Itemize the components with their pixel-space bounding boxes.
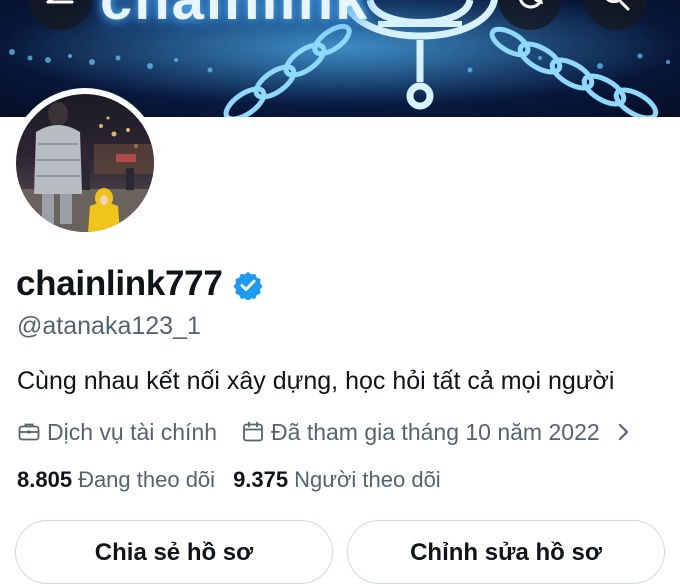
chevron-right-icon bbox=[618, 423, 628, 441]
category-item: Dịch vụ tài chính bbox=[17, 419, 217, 446]
following-link[interactable]: 8.805 Đang theo dõi bbox=[17, 467, 215, 493]
following-label: Đang theo dõi bbox=[78, 467, 216, 492]
share-profile-label: Chia sẻ hồ sơ bbox=[94, 539, 254, 566]
verified-badge-icon[interactable] bbox=[233, 270, 263, 300]
avatar-photo bbox=[16, 102, 154, 232]
name-row: chainlink777 bbox=[16, 262, 263, 306]
joined-item[interactable]: Đã tham gia tháng 10 năm 2022 bbox=[241, 419, 630, 446]
profile-bio: Cùng nhau kết nối xây dựng, học hỏi tất … bbox=[17, 367, 615, 395]
edit-profile-label: Chỉnh sửa hồ sơ bbox=[410, 539, 602, 566]
banner-title: chainlink bbox=[100, 0, 369, 33]
display-name: chainlink777 bbox=[16, 264, 223, 303]
following-count: 8.805 bbox=[17, 467, 73, 492]
followers-count: 9.375 bbox=[233, 467, 289, 492]
profile-meta: Dịch vụ tài chính Đã tham gia tháng 10 n… bbox=[17, 417, 630, 447]
edit-profile-button[interactable]: Chỉnh sửa hồ sơ bbox=[347, 520, 665, 584]
followers-label: Người theo dõi bbox=[294, 467, 441, 492]
search-icon bbox=[606, 0, 630, 11]
profile-handle: @atanaka123_1 bbox=[17, 312, 201, 340]
follow-stats: 8.805 Đang theo dõi 9.375 Người theo dõi bbox=[17, 465, 441, 495]
avatar[interactable] bbox=[16, 94, 154, 232]
category-label: Dịch vụ tài chính bbox=[47, 418, 218, 445]
calendar-icon bbox=[243, 421, 263, 442]
refresh-icon bbox=[519, 0, 544, 9]
briefcase-icon bbox=[18, 423, 40, 441]
share-profile-button[interactable]: Chia sẻ hồ sơ bbox=[15, 520, 333, 584]
followers-link[interactable]: 9.375 Người theo dõi bbox=[233, 467, 441, 493]
joined-label: Đã tham gia tháng 10 năm 2022 bbox=[271, 418, 600, 445]
avatar-ring[interactable] bbox=[10, 88, 160, 238]
back-arrow-icon bbox=[46, 0, 74, 4]
